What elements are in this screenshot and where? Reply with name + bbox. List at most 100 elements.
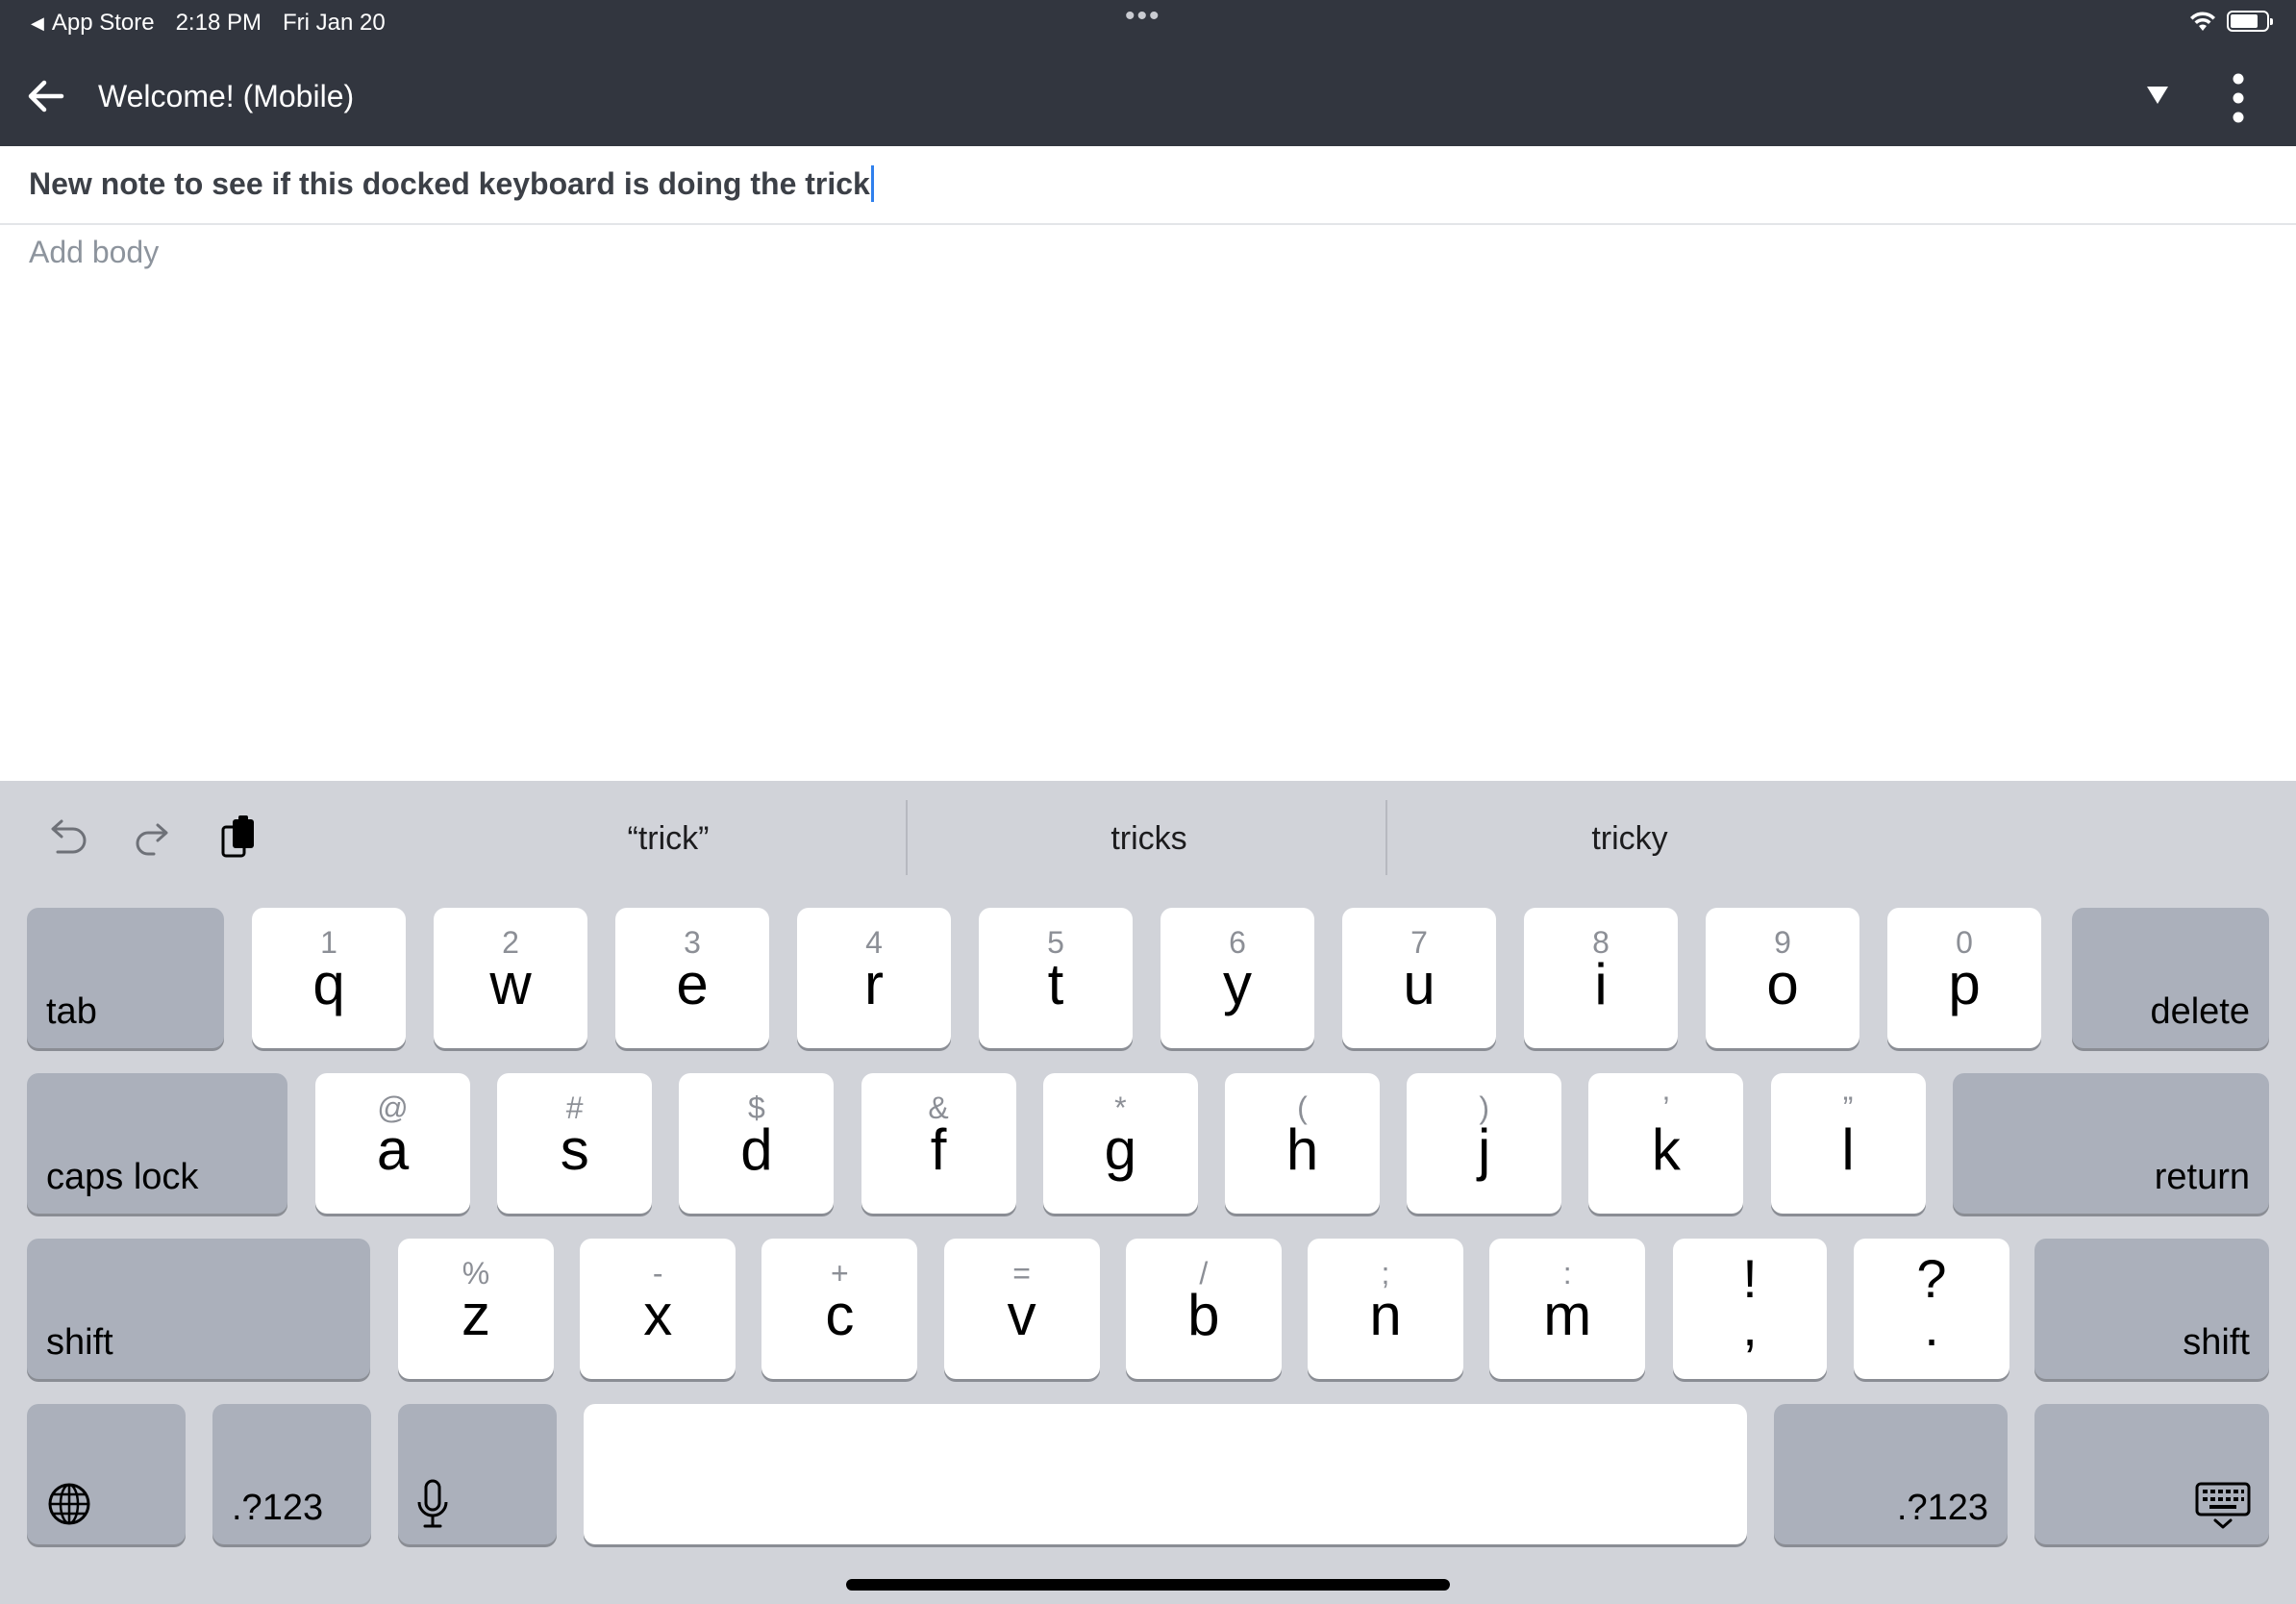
key-char: p: [1948, 952, 1981, 1016]
key-char: q: [312, 952, 345, 1016]
suggestion-separator: [1385, 800, 1387, 875]
multitask-dots[interactable]: •••: [1125, 0, 1161, 33]
note-title-text: New note to see if this docked keyboard …: [29, 165, 870, 201]
key-e[interactable]: 3e: [615, 908, 769, 1048]
space-key[interactable]: [584, 1404, 1747, 1544]
key-i[interactable]: 8i: [1524, 908, 1678, 1048]
key-char: b: [1187, 1283, 1220, 1347]
key-y[interactable]: 6y: [1160, 908, 1314, 1048]
key-x[interactable]: -x: [580, 1239, 736, 1379]
key-char: j: [1478, 1117, 1491, 1182]
key-r[interactable]: 4r: [797, 908, 951, 1048]
exclamation-comma-key[interactable]: ! ,: [1673, 1239, 1827, 1379]
key-char: r: [864, 952, 884, 1016]
key-char: h: [1285, 1117, 1319, 1182]
triangle-down-icon[interactable]: [2142, 79, 2173, 110]
numbers-key-left-label: .?123: [232, 1488, 324, 1528]
top-bar: ◀ App Store 2:18 PM Fri Jan 20 ••• Welco…: [0, 0, 2296, 146]
shift-key-left[interactable]: shift: [27, 1239, 370, 1379]
status-bar-left: ◀ App Store 2:18 PM Fri Jan 20: [31, 10, 386, 37]
key-v[interactable]: = v: [943, 1239, 1100, 1379]
shift-key-left-label: shift: [46, 1322, 113, 1363]
key-c[interactable]: + c: [761, 1239, 918, 1379]
redo-icon[interactable]: [123, 810, 181, 867]
key-b[interactable]: / b: [1125, 1239, 1282, 1379]
key-bottom-char: ,: [1742, 1296, 1758, 1357]
globe-icon: [48, 1483, 90, 1525]
key-o[interactable]: 9o: [1706, 908, 1859, 1048]
back-triangle-icon[interactable]: ◀: [31, 13, 44, 34]
status-back-app[interactable]: App Store: [52, 10, 155, 37]
delete-key[interactable]: delete: [2072, 908, 2269, 1048]
vertical-dots-icon[interactable]: [2219, 71, 2258, 125]
key-char: k: [1651, 1117, 1681, 1182]
key-g[interactable]: * g: [1042, 1073, 1198, 1214]
home-indicator[interactable]: [846, 1579, 1450, 1591]
keyboard-dismiss-key[interactable]: [2034, 1404, 2269, 1544]
key-char: g: [1104, 1117, 1136, 1182]
key-char: a: [376, 1117, 410, 1182]
undo-icon[interactable]: [38, 810, 96, 867]
globe-key[interactable]: [27, 1404, 186, 1544]
note-title-input[interactable]: New note to see if this docked keyboard …: [29, 165, 874, 202]
key-char: v: [1007, 1283, 1036, 1347]
key-k[interactable]: ’ k: [1588, 1073, 1744, 1214]
key-char: l: [1841, 1117, 1855, 1182]
key-u[interactable]: 7u: [1342, 908, 1496, 1048]
key-f[interactable]: & f: [861, 1073, 1016, 1214]
tab-key[interactable]: tab: [27, 908, 224, 1048]
dictation-key[interactable]: [398, 1404, 557, 1544]
status-bar-right: [2188, 10, 2273, 33]
return-key[interactable]: return: [1953, 1073, 2269, 1214]
key-char: s: [560, 1117, 589, 1182]
note-body-input[interactable]: Add body: [29, 235, 159, 270]
key-char: w: [489, 952, 532, 1016]
key-n[interactable]: ; n: [1308, 1239, 1463, 1379]
question-period-key[interactable]: ? .: [1854, 1239, 2009, 1379]
key-char: z: [462, 1283, 490, 1347]
key-char: c: [825, 1283, 855, 1347]
key-char: i: [1594, 952, 1608, 1016]
arrow-left-icon[interactable]: [23, 73, 69, 119]
key-char: x: [643, 1283, 673, 1347]
key-m[interactable]: :m: [1489, 1239, 1646, 1379]
numbers-key-left[interactable]: .?123: [212, 1404, 371, 1544]
battery-icon: [2227, 11, 2273, 32]
key-char: y: [1223, 952, 1252, 1016]
key-a[interactable]: @ a: [315, 1073, 470, 1214]
suggestion-separator: [906, 800, 908, 875]
key-w[interactable]: 2w: [434, 908, 587, 1048]
return-key-label: return: [2154, 1157, 2250, 1197]
status-time: 2:18 PM: [175, 10, 262, 36]
key-bottom-char: .: [1924, 1296, 1939, 1357]
microphone-icon: [417, 1479, 448, 1528]
key-t[interactable]: 5t: [979, 908, 1133, 1048]
key-d[interactable]: $ d: [679, 1073, 835, 1214]
text-caret: [870, 165, 874, 202]
delete-key-label: delete: [2150, 991, 2250, 1032]
key-char: d: [740, 1117, 773, 1182]
key-char: n: [1369, 1283, 1402, 1347]
wifi-icon: [2190, 12, 2215, 31]
key-l[interactable]: ” l: [1770, 1073, 1926, 1214]
suggestion-1[interactable]: “trick”: [471, 810, 865, 867]
key-z[interactable]: % z: [398, 1239, 554, 1379]
key-s[interactable]: # s: [497, 1073, 653, 1214]
keyboard-dismiss-icon: [2195, 1482, 2251, 1529]
shift-key-right[interactable]: shift: [2034, 1239, 2269, 1379]
on-screen-keyboard: “trick” tricks tricky tab delete caps lo…: [0, 781, 2296, 1604]
paste-icon[interactable]: [212, 810, 269, 867]
numbers-key-right[interactable]: .?123: [1774, 1404, 2008, 1544]
caps-lock-key[interactable]: caps lock: [27, 1073, 287, 1214]
key-h[interactable]: (h: [1225, 1073, 1380, 1214]
key-char: u: [1403, 952, 1435, 1016]
key-q[interactable]: 1q: [252, 908, 406, 1048]
shift-key-right-label: shift: [2183, 1322, 2250, 1363]
key-p[interactable]: 0p: [1887, 908, 2041, 1048]
suggestion-3[interactable]: tricky: [1433, 810, 1827, 867]
suggestion-2[interactable]: tricks: [952, 810, 1346, 867]
key-char: e: [676, 952, 709, 1016]
key-j[interactable]: ) j: [1407, 1073, 1562, 1214]
key-char: o: [1766, 952, 1799, 1016]
title-divider: [0, 223, 2296, 225]
